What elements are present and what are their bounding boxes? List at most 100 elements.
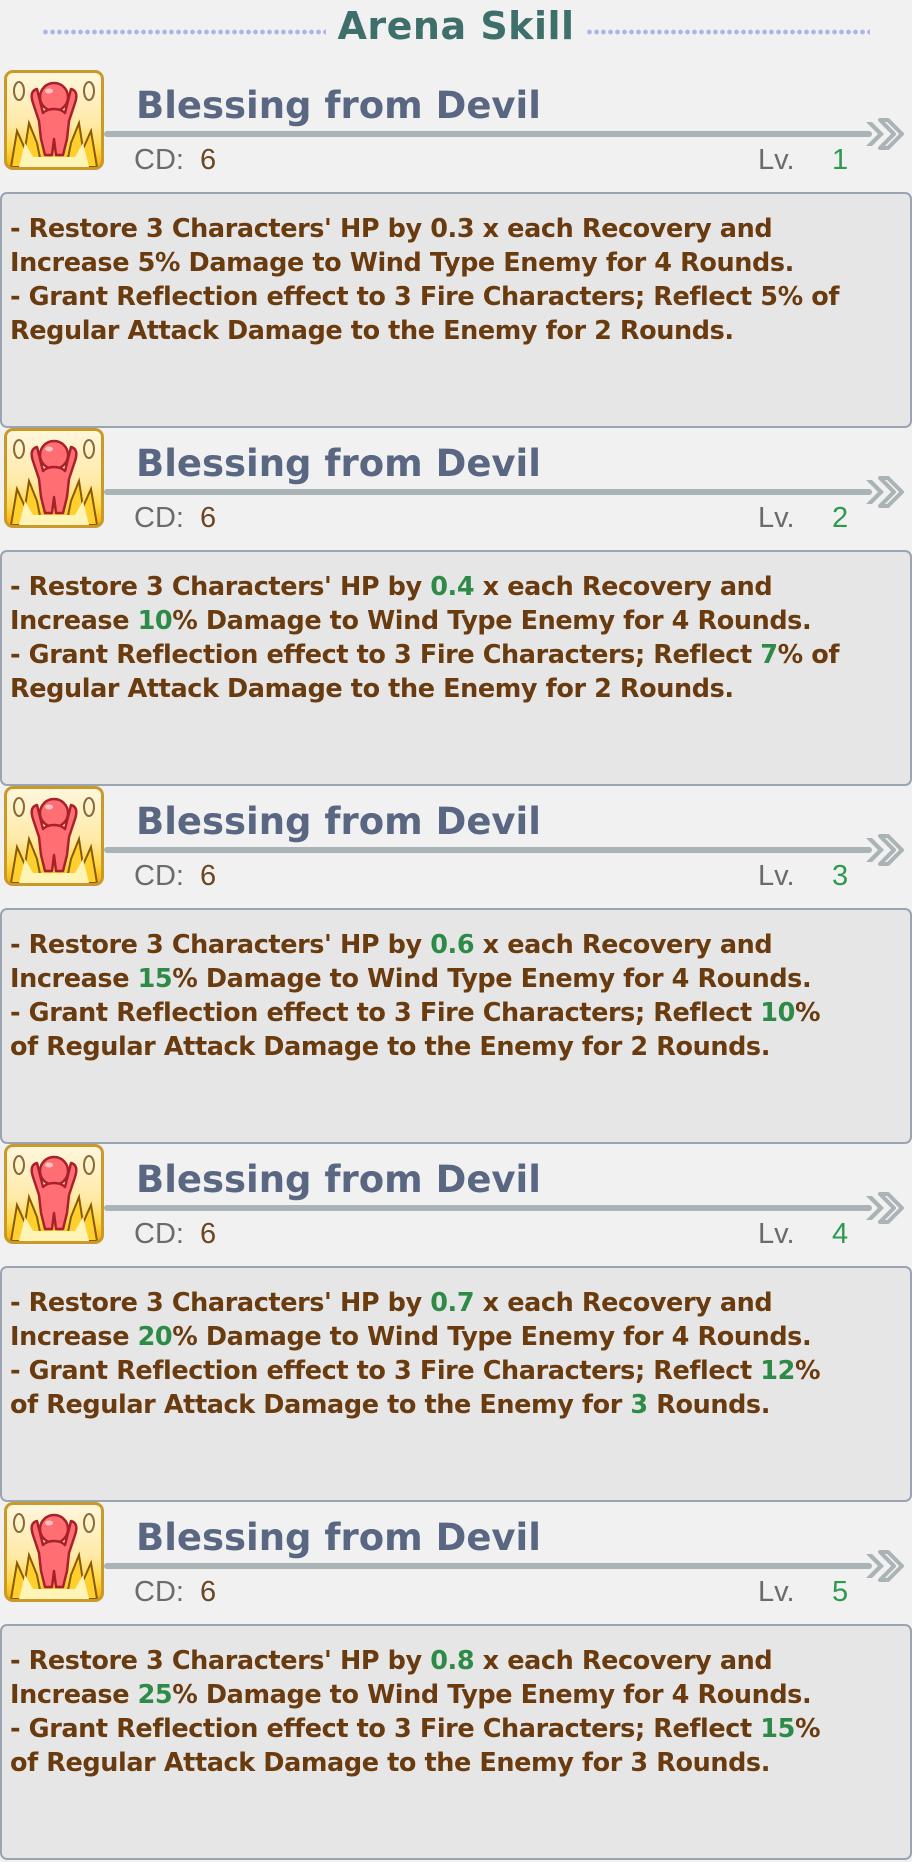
- section-header: Arena Skill: [0, 0, 912, 62]
- highlighted-value: 20: [137, 1322, 173, 1352]
- highlighted-value: 10: [137, 606, 173, 636]
- description-line: - Grant Reflection effect to 3 Fire Char…: [10, 638, 902, 672]
- header-rule: [104, 131, 872, 137]
- description-line: - Restore 3 Characters' HP by 0.7 x each…: [10, 1286, 902, 1320]
- skill-name: Blessing from Devil: [136, 1158, 541, 1201]
- red-character-power-icon: [4, 428, 104, 528]
- cooldown-label: CD:: [134, 502, 184, 534]
- description-text: %: [794, 998, 821, 1028]
- level-label: Lv.: [758, 502, 795, 534]
- highlighted-value: 15: [137, 964, 173, 994]
- red-character-power-icon: [4, 1144, 104, 1244]
- description-text: Rounds.: [647, 1390, 770, 1420]
- description-text: - Restore 3 Characters' HP by: [10, 1288, 431, 1318]
- level-label: Lv.: [758, 1218, 795, 1250]
- description-text: Increase: [10, 1322, 138, 1352]
- double-chevron-icon: [866, 476, 904, 508]
- description-text: of Regular Attack Damage to the Enemy fo…: [10, 1748, 770, 1778]
- level-value: 3: [832, 860, 849, 892]
- description-line: - Grant Reflection effect to 3 Fire Char…: [10, 1712, 902, 1746]
- highlighted-value: 0.8: [430, 1646, 475, 1676]
- double-chevron-icon: [866, 118, 904, 150]
- description-line: Regular Attack Damage to the Enemy for 2…: [10, 314, 902, 348]
- description-text: % of: [777, 640, 840, 670]
- level-value: 1: [832, 144, 849, 176]
- description-line: Increase 25% Damage to Wind Type Enemy f…: [10, 1678, 902, 1712]
- description-text: Regular Attack Damage to the Enemy for 2…: [10, 316, 734, 346]
- description-line: of Regular Attack Damage to the Enemy fo…: [10, 1388, 902, 1422]
- description-text: x each Recovery and: [474, 1646, 773, 1676]
- description-text: x each Recovery and: [474, 930, 773, 960]
- section-title: Arena Skill: [337, 4, 575, 48]
- description-text: x each Recovery and: [474, 1288, 773, 1318]
- description-text: - Grant Reflection effect to 3 Fire Char…: [10, 640, 761, 670]
- header-rule: [104, 847, 872, 853]
- highlighted-value: 7: [760, 640, 778, 670]
- description-text: Increase 5% Damage to Wind Type Enemy fo…: [10, 248, 794, 278]
- highlighted-value: 3: [630, 1390, 648, 1420]
- description-text: % Damage to Wind Type Enemy for 4 Rounds…: [172, 964, 812, 994]
- description-line: Regular Attack Damage to the Enemy for 2…: [10, 672, 902, 706]
- description-line: of Regular Attack Damage to the Enemy fo…: [10, 1030, 902, 1064]
- cooldown-label: CD:: [134, 860, 184, 892]
- description-text: - Grant Reflection effect to 3 Fire Char…: [10, 1714, 761, 1744]
- skill-description: - Restore 3 Characters' HP by 0.8 x each…: [0, 1624, 912, 1860]
- double-chevron-icon: [866, 1192, 904, 1224]
- cooldown-value: 6: [200, 1576, 217, 1608]
- skill-description: - Restore 3 Characters' HP by 0.7 x each…: [0, 1266, 912, 1502]
- description-text: - Restore 3 Characters' HP by: [10, 572, 431, 602]
- cooldown-value: 6: [200, 502, 217, 534]
- skill-card-level-3: Blessing from Devil CD: 6 Lv. 3 - Restor…: [0, 786, 912, 1144]
- description-text: Increase: [10, 964, 138, 994]
- cooldown-label: CD:: [134, 1576, 184, 1608]
- skill-name: Blessing from Devil: [136, 442, 541, 485]
- cooldown-label: CD:: [134, 1218, 184, 1250]
- description-line: Increase 10% Damage to Wind Type Enemy f…: [10, 604, 902, 638]
- cooldown-value: 6: [200, 144, 217, 176]
- highlighted-value: 0.4: [430, 572, 475, 602]
- description-line: - Restore 3 Characters' HP by 0.6 x each…: [10, 928, 902, 962]
- description-text: Regular Attack Damage to the Enemy for 2…: [10, 674, 734, 704]
- skill-card-level-2: Blessing from Devil CD: 6 Lv. 2 - Restor…: [0, 428, 912, 786]
- description-text: % Damage to Wind Type Enemy for 4 Rounds…: [172, 606, 812, 636]
- skill-name: Blessing from Devil: [136, 84, 541, 127]
- highlighted-value: 12: [760, 1356, 795, 1386]
- description-text: - Grant Reflection effect to 3 Fire Char…: [10, 998, 761, 1028]
- skill-card-level-5: Blessing from Devil CD: 6 Lv. 5 - Restor…: [0, 1502, 912, 1860]
- description-text: - Restore 3 Characters' HP by: [10, 1646, 431, 1676]
- description-text: %: [794, 1356, 821, 1386]
- highlighted-value: 0.7: [430, 1288, 475, 1318]
- red-character-power-icon: [4, 70, 104, 170]
- description-line: Increase 20% Damage to Wind Type Enemy f…: [10, 1320, 902, 1354]
- skill-description: - Restore 3 Characters' HP by 0.4 x each…: [0, 550, 912, 786]
- highlighted-value: 25: [137, 1680, 173, 1710]
- skill-card-level-4: Blessing from Devil CD: 6 Lv. 4 - Restor…: [0, 1144, 912, 1502]
- cooldown-label: CD:: [134, 144, 184, 176]
- skill-name: Blessing from Devil: [136, 800, 541, 843]
- description-text: % Damage to Wind Type Enemy for 4 Rounds…: [172, 1322, 812, 1352]
- description-line: - Grant Reflection effect to 3 Fire Char…: [10, 1354, 902, 1388]
- description-text: Increase: [10, 606, 138, 636]
- description-text: % Damage to Wind Type Enemy for 4 Rounds…: [172, 1680, 812, 1710]
- skill-description: - Restore 3 Characters' HP by 0.6 x each…: [0, 908, 912, 1144]
- highlighted-value: 10: [760, 998, 795, 1028]
- description-text: - Grant Reflection effect to 3 Fire Char…: [10, 1356, 761, 1386]
- level-label: Lv.: [758, 1576, 795, 1608]
- level-label: Lv.: [758, 860, 795, 892]
- description-line: Increase 15% Damage to Wind Type Enemy f…: [10, 962, 902, 996]
- description-line: - Restore 3 Characters' HP by 0.8 x each…: [10, 1644, 902, 1678]
- level-label: Lv.: [758, 144, 795, 176]
- description-text: - Grant Reflection effect to 3 Fire Char…: [10, 282, 840, 312]
- level-value: 4: [832, 1218, 849, 1250]
- description-line: - Grant Reflection effect to 3 Fire Char…: [10, 996, 902, 1030]
- description-text: Increase: [10, 1680, 138, 1710]
- description-text: of Regular Attack Damage to the Enemy fo…: [10, 1390, 631, 1420]
- skill-description: - Restore 3 Characters' HP by 0.3 x each…: [0, 192, 912, 428]
- description-line: Increase 5% Damage to Wind Type Enemy fo…: [10, 246, 902, 280]
- description-text: of Regular Attack Damage to the Enemy fo…: [10, 1032, 770, 1062]
- skill-card-level-1: Blessing from Devil CD: 6 Lv. 1 - Restor…: [0, 70, 912, 428]
- cooldown-value: 6: [200, 1218, 217, 1250]
- double-chevron-icon: [866, 834, 904, 866]
- description-text: - Restore 3 Characters' HP by 0.3 x each…: [10, 214, 773, 244]
- header-rule: [104, 1205, 872, 1211]
